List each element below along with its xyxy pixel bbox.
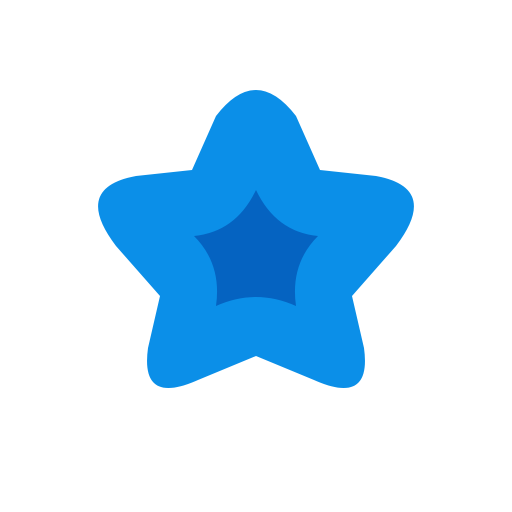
icon-canvas	[0, 0, 512, 512]
star-icon	[98, 90, 414, 389]
